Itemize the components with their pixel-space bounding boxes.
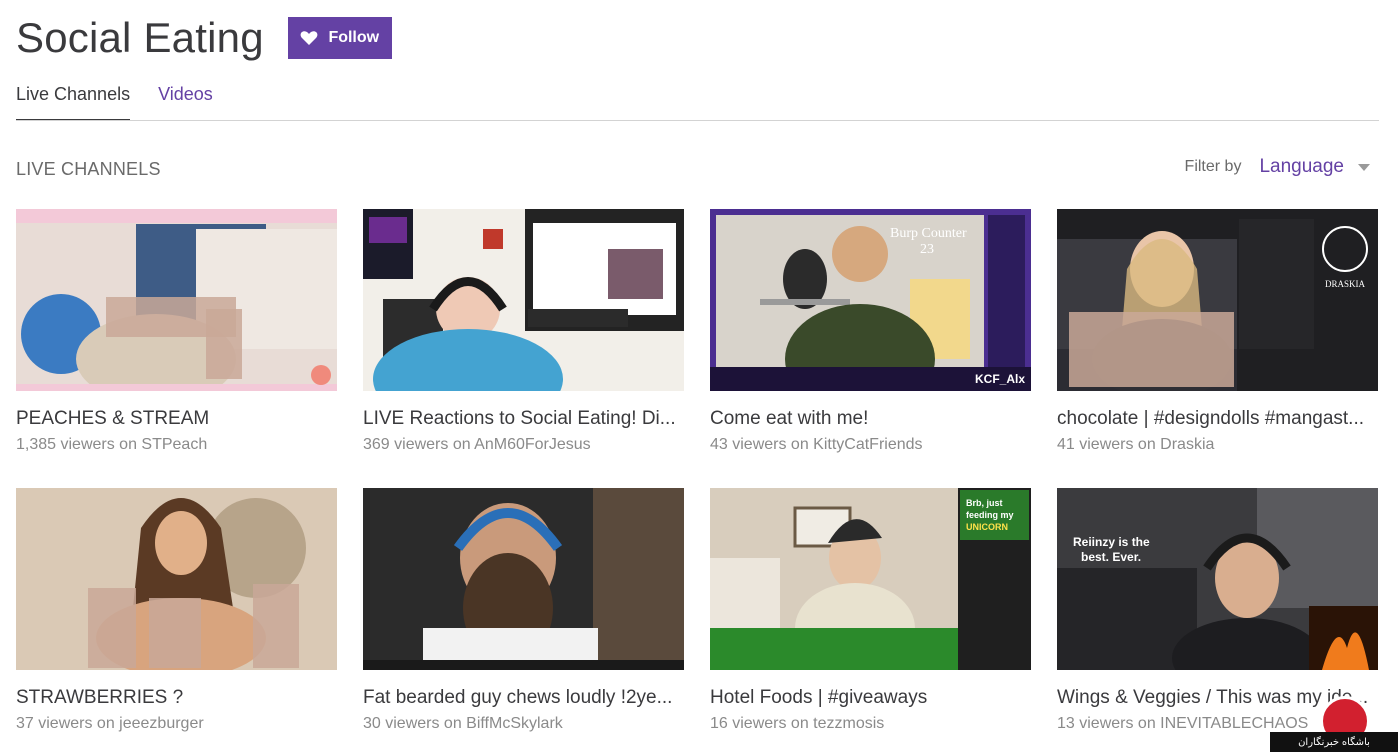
watermark-text: باشگاه خبرنگاران bbox=[1270, 732, 1398, 752]
svg-text:best. Ever.: best. Ever. bbox=[1081, 550, 1141, 564]
stream-viewers[interactable]: 16 viewers on tezzmosis bbox=[710, 715, 1031, 733]
stream-thumbnail[interactable]: Reiinzy is the best. Ever. bbox=[1057, 488, 1378, 670]
stream-viewers[interactable]: 37 viewers on jeeezburger bbox=[16, 715, 337, 733]
chevron-down-icon[interactable] bbox=[1358, 163, 1370, 171]
svg-text:Reiinzy is the: Reiinzy is the bbox=[1073, 535, 1150, 549]
svg-text:UNICORN: UNICORN bbox=[966, 522, 1008, 532]
stream-title[interactable]: Fat bearded guy chews loudly !2ye... bbox=[363, 687, 684, 709]
filter-value[interactable]: Language bbox=[1259, 156, 1344, 178]
stream-viewers[interactable]: 369 viewers on AnM60ForJesus bbox=[363, 436, 684, 454]
stream-thumbnail[interactable]: Burp Counter 23 KCF_Alx bbox=[710, 209, 1031, 391]
channel-card[interactable]: Brb, just feeding my UNICORN Hotel Foods… bbox=[710, 488, 1031, 754]
stream-viewers[interactable]: 1,385 viewers on STPeach bbox=[16, 436, 337, 454]
channel-card[interactable]: Fat bearded guy chews loudly !2ye... 30 … bbox=[363, 488, 684, 754]
tab-videos[interactable]: Videos bbox=[158, 82, 213, 121]
tabs-divider bbox=[16, 120, 1379, 121]
stream-viewers[interactable]: 41 viewers on Draskia bbox=[1057, 436, 1378, 454]
stream-thumbnail[interactable] bbox=[363, 209, 684, 391]
heart-icon bbox=[301, 31, 318, 45]
channel-card[interactable]: LIVE Reactions to Social Eating! Di... 3… bbox=[363, 209, 684, 488]
filter-label: Filter by bbox=[1184, 158, 1242, 175]
svg-text:23: 23 bbox=[920, 242, 934, 257]
language-filter[interactable]: Filter by Language bbox=[1185, 156, 1370, 178]
stream-title[interactable]: Hotel Foods | #giveaways bbox=[710, 687, 1031, 709]
stream-viewers[interactable]: 30 viewers on BiffMcSkylark bbox=[363, 715, 684, 733]
stream-title[interactable]: PEACHES & STREAM bbox=[16, 408, 337, 430]
channel-card[interactable]: PEACHES & STREAM 1,385 viewers on STPeac… bbox=[16, 209, 337, 488]
page-title: Social Eating bbox=[16, 14, 264, 61]
channel-grid: PEACHES & STREAM 1,385 viewers on STPeac… bbox=[16, 209, 1378, 754]
svg-text:feeding my: feeding my bbox=[966, 510, 1014, 520]
channel-card[interactable]: STRAWBERRIES ? 37 viewers on jeeezburger bbox=[16, 488, 337, 754]
svg-text:Brb, just: Brb, just bbox=[966, 498, 1003, 508]
section-title: LIVE CHANNELS bbox=[16, 159, 161, 179]
tab-live-channels[interactable]: Live Channels bbox=[16, 82, 131, 121]
svg-text:KCF_Alx: KCF_Alx bbox=[975, 372, 1025, 386]
tabs: Live Channels Videos bbox=[16, 82, 241, 121]
stream-thumbnail[interactable]: Brb, just feeding my UNICORN bbox=[710, 488, 1031, 670]
channel-card[interactable]: DRASKIA chocolate | #designdolls #mangas… bbox=[1057, 209, 1378, 488]
channel-header: Social Eating Follow bbox=[16, 14, 392, 62]
stream-title[interactable]: Come eat with me! bbox=[710, 408, 1031, 430]
watermark-logo: باشگاه خبرنگاران bbox=[1268, 696, 1398, 752]
svg-text:DRASKIA: DRASKIA bbox=[1325, 279, 1366, 289]
stream-thumbnail[interactable]: DRASKIA bbox=[1057, 209, 1378, 391]
svg-text:Burp Counter: Burp Counter bbox=[890, 226, 967, 241]
stream-thumbnail[interactable] bbox=[16, 488, 337, 670]
follow-label: Follow bbox=[328, 29, 380, 46]
stream-viewers[interactable]: 43 viewers on KittyCatFriends bbox=[710, 436, 1031, 454]
follow-button[interactable]: Follow bbox=[287, 17, 392, 59]
stream-title[interactable]: STRAWBERRIES ? bbox=[16, 687, 337, 709]
channel-card[interactable]: Burp Counter 23 KCF_Alx Come eat with me… bbox=[710, 209, 1031, 488]
stream-title[interactable]: LIVE Reactions to Social Eating! Di... bbox=[363, 408, 684, 430]
stream-thumbnail[interactable] bbox=[363, 488, 684, 670]
stream-title[interactable]: chocolate | #designdolls #mangast... bbox=[1057, 408, 1378, 430]
stream-thumbnail[interactable] bbox=[16, 209, 337, 391]
